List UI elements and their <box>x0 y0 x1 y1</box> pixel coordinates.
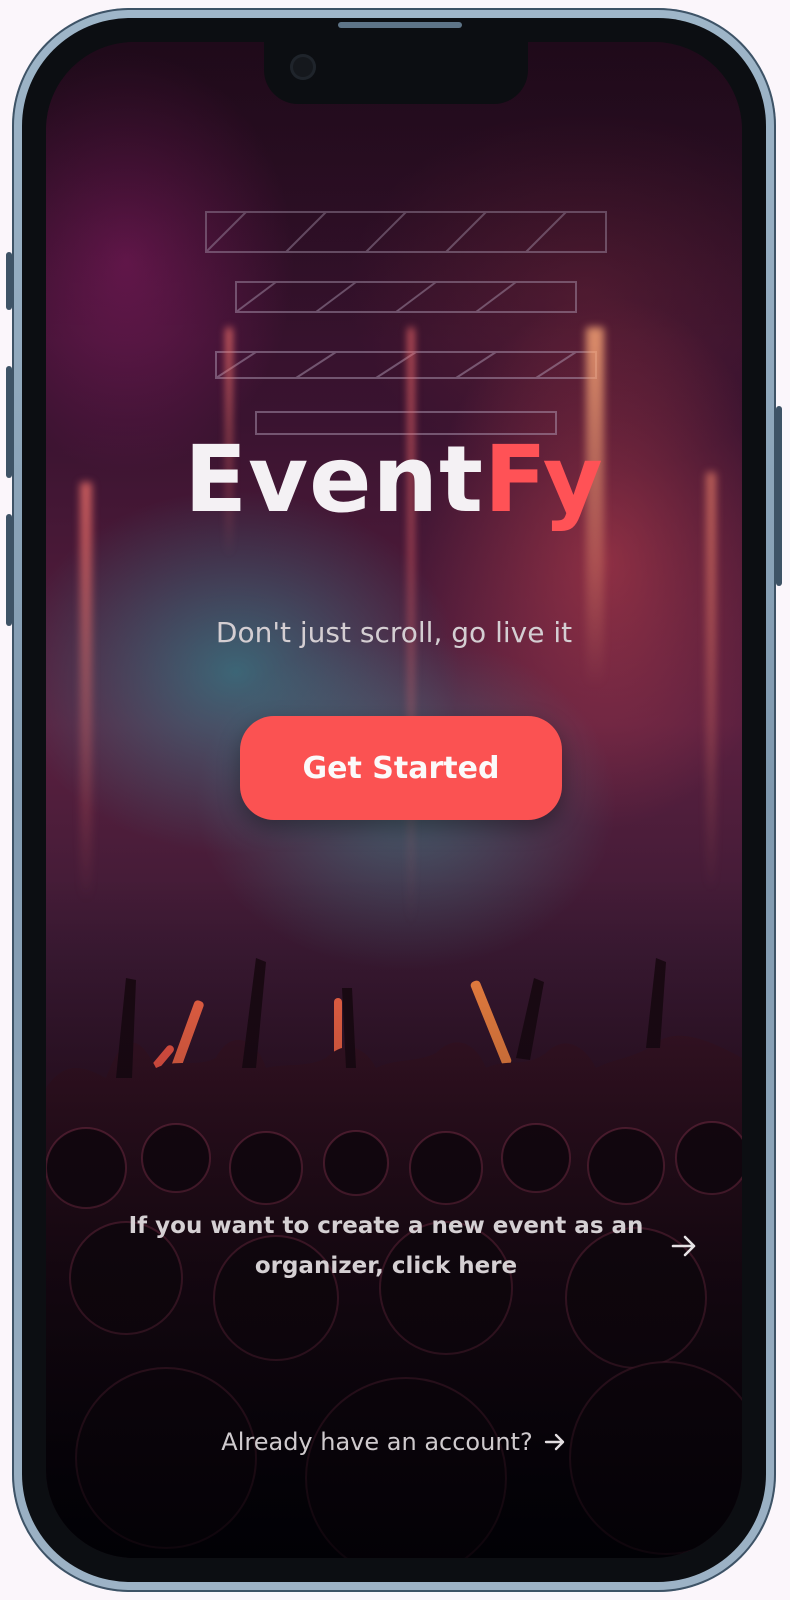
logo-text-event: Event <box>184 426 484 533</box>
organizer-text-line1: If you want to create a new event as an <box>128 1213 644 1239</box>
arrow-right-icon <box>544 1433 564 1451</box>
get-started-button[interactable]: Get Started <box>240 716 562 820</box>
arrow-right-icon[interactable] <box>670 1232 698 1260</box>
tagline: Don't just scroll, go live it <box>215 616 573 649</box>
mute-switch <box>6 252 12 310</box>
phone-frame: EventFy Don't just scroll, go live it Ge… <box>6 8 782 1592</box>
account-link-label: Already have an account? <box>221 1428 533 1456</box>
volume-down-button <box>6 514 12 626</box>
power-button <box>776 406 782 586</box>
organizer-link[interactable]: If you want to create a new event as an … <box>86 1206 706 1296</box>
app-logo: EventFy <box>46 434 742 526</box>
organizer-text: If you want to create a new event as an … <box>106 1206 666 1286</box>
screen: EventFy Don't just scroll, go live it Ge… <box>46 42 742 1558</box>
organizer-text-line2: organizer, click here <box>254 1253 518 1279</box>
logo-text-fy: Fy <box>483 426 604 533</box>
front-camera <box>290 54 316 80</box>
already-have-account-link[interactable]: Already have an account? <box>46 1428 742 1456</box>
speaker-grille <box>338 22 462 28</box>
volume-up-button <box>6 366 12 478</box>
